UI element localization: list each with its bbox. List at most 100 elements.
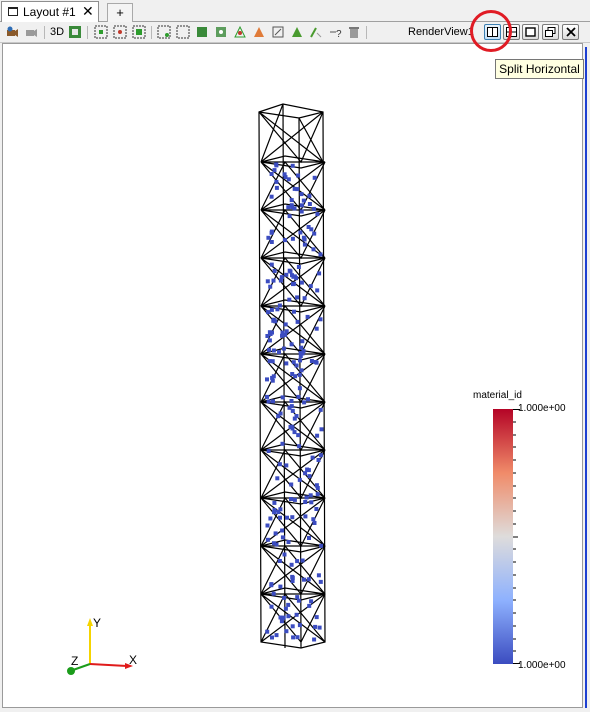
point-marker — [272, 168, 277, 173]
point-marker — [300, 339, 305, 344]
point-marker — [286, 540, 291, 544]
point-marker — [282, 552, 287, 557]
point-marker — [290, 236, 295, 241]
point-marker — [280, 441, 285, 446]
select-cells-through-icon[interactable] — [132, 25, 146, 39]
select-cells-on-icon[interactable] — [94, 25, 108, 39]
grow-selection-icon[interactable] — [271, 25, 285, 39]
find-data-icon[interactable]: ? — [328, 25, 342, 39]
point-marker — [277, 350, 281, 355]
point-marker — [283, 238, 287, 243]
point-marker — [287, 214, 292, 219]
interactive-select-points-icon[interactable] — [214, 25, 228, 39]
point-marker — [274, 633, 279, 638]
point-marker — [301, 235, 306, 240]
point-marker — [283, 322, 288, 327]
point-marker — [306, 397, 310, 402]
point-marker — [311, 247, 316, 252]
point-marker — [315, 288, 320, 293]
point-marker — [290, 515, 295, 520]
close-view-button[interactable] — [562, 24, 579, 40]
point-marker — [296, 598, 301, 603]
point-marker — [274, 163, 279, 168]
point-marker — [271, 591, 276, 596]
point-marker — [300, 558, 305, 563]
clear-selection-icon[interactable] — [347, 25, 361, 39]
status-strip — [0, 708, 590, 712]
annotation-circle — [470, 10, 512, 52]
point-marker — [284, 361, 289, 366]
point-marker — [314, 326, 319, 331]
point-marker — [275, 476, 280, 481]
select-points-through-icon[interactable] — [157, 25, 171, 39]
point-marker — [286, 205, 291, 210]
query-selection-icon[interactable] — [309, 25, 323, 39]
point-marker — [290, 163, 295, 168]
3d-mode-button[interactable]: 3D — [50, 26, 64, 38]
maximize-button[interactable] — [522, 24, 539, 40]
point-marker — [289, 562, 294, 567]
point-marker — [294, 276, 299, 281]
hover-cells-icon[interactable] — [252, 25, 266, 39]
point-marker — [310, 455, 315, 460]
interactive-select-cells-icon[interactable] — [195, 25, 209, 39]
axis-x-label: X — [129, 653, 137, 667]
point-marker — [294, 612, 299, 617]
point-marker — [292, 416, 297, 421]
point-marker — [308, 284, 313, 289]
point-marker — [298, 230, 303, 235]
point-marker — [270, 635, 274, 640]
point-marker — [306, 577, 311, 582]
close-icon — [566, 27, 576, 37]
point-marker — [278, 584, 283, 589]
point-marker — [292, 430, 297, 435]
point-marker — [291, 635, 296, 640]
point-marker — [297, 477, 302, 482]
point-marker — [282, 595, 287, 600]
colorbar-ticks — [513, 409, 520, 664]
point-marker — [302, 400, 307, 405]
point-marker — [302, 577, 306, 582]
point-marker — [284, 463, 289, 468]
point-marker — [266, 310, 271, 315]
point-marker — [303, 514, 308, 519]
point-marker — [318, 317, 323, 322]
point-marker — [296, 265, 301, 269]
tab-layout-1[interactable]: Layout #1 ✕ — [1, 1, 99, 22]
point-marker — [269, 194, 274, 199]
point-marker — [295, 635, 300, 640]
point-marker — [295, 595, 300, 600]
point-marker — [297, 372, 302, 377]
point-marker — [312, 231, 317, 236]
point-marker — [307, 603, 312, 608]
reset-camera-icon[interactable] — [5, 25, 19, 39]
svg-text:?: ? — [336, 29, 342, 39]
point-marker — [295, 187, 300, 192]
point-marker — [265, 394, 269, 399]
point-marker — [269, 172, 274, 176]
point-marker — [267, 338, 272, 343]
point-marker — [305, 314, 310, 319]
select-block-icon[interactable] — [176, 25, 190, 39]
new-tab-button[interactable]: + — [107, 3, 133, 22]
render-view[interactable]: material_id 1.000e+00 1.000e+00 Y X Z — [2, 43, 583, 708]
selection-display-icon[interactable] — [68, 25, 82, 39]
point-marker — [280, 395, 285, 400]
hover-points-icon[interactable] — [233, 25, 247, 39]
colorbar-title: material_id — [473, 390, 522, 401]
point-marker — [318, 579, 323, 584]
point-marker — [283, 606, 288, 611]
point-marker — [271, 348, 276, 353]
point-marker — [315, 212, 320, 217]
point-marker — [286, 177, 291, 182]
reset-camera-closest-icon[interactable] — [24, 25, 38, 39]
select-points-on-icon[interactable] — [113, 25, 127, 39]
point-marker — [308, 493, 313, 498]
colorbar-min-label: 1.000e+00 — [518, 660, 566, 671]
shrink-selection-icon[interactable] — [290, 25, 304, 39]
restore-button[interactable] — [542, 24, 559, 40]
restore-icon — [545, 27, 556, 37]
close-tab-icon[interactable]: ✕ — [82, 3, 94, 19]
point-marker — [318, 252, 323, 257]
point-marker — [299, 280, 304, 285]
